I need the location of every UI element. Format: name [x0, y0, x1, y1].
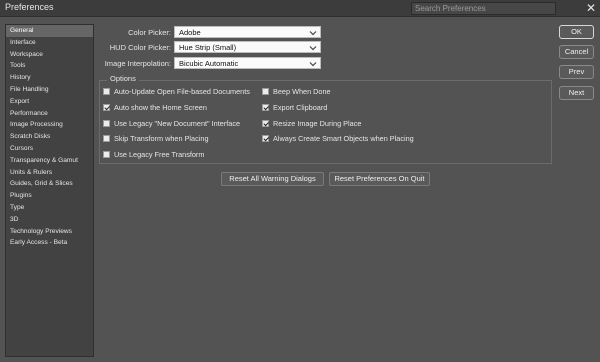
sidebar-item-image-processing[interactable]: Image Processing: [6, 119, 93, 131]
prev-button[interactable]: Prev: [559, 65, 594, 79]
option-label: Use Legacy "New Document" Interface: [114, 119, 241, 128]
next-button[interactable]: Next: [559, 86, 594, 100]
option-label: Skip Transform when Placing: [114, 134, 209, 143]
checkbox[interactable]: [103, 120, 110, 127]
sidebar-item-3d[interactable]: 3D: [6, 214, 93, 226]
checkbox[interactable]: [103, 88, 110, 95]
checkbox[interactable]: [103, 104, 110, 111]
sidebar-item-technology-previews[interactable]: Technology Previews: [6, 226, 93, 238]
checkbox[interactable]: [103, 151, 110, 158]
reset-preferences-on-quit-button[interactable]: Reset Preferences On Quit: [329, 172, 430, 186]
checkbox[interactable]: [262, 120, 269, 127]
checkbox[interactable]: [262, 135, 269, 142]
color-picker-label: Color Picker:: [128, 28, 171, 37]
sidebar-item-early-access-beta[interactable]: Early Access - Beta: [6, 237, 93, 249]
color-picker-select[interactable]: Adobe: [174, 26, 321, 38]
option-label: Always Create Smart Objects when Placing: [273, 134, 414, 143]
checkbox[interactable]: [103, 135, 110, 142]
checkbox[interactable]: [262, 88, 269, 95]
cancel-button[interactable]: Cancel: [559, 45, 594, 59]
search-preferences-input[interactable]: [411, 2, 556, 15]
reset-all-warning-dialogs-button[interactable]: Reset All Warning Dialogs: [221, 172, 324, 186]
hud-color-picker-value: Hue Strip (Small): [179, 43, 237, 52]
color-picker-value: Adobe: [179, 28, 201, 37]
sidebar-item-history[interactable]: History: [6, 72, 93, 84]
options-legend: Options: [107, 74, 139, 83]
sidebar-item-scratch-disks[interactable]: Scratch Disks: [6, 131, 93, 143]
sidebar-item-type[interactable]: Type: [6, 202, 93, 214]
option-label: Export Clipboard: [273, 103, 328, 112]
sidebar-item-export[interactable]: Export: [6, 96, 93, 108]
preferences-sidebar: General Interface Workspace Tools History Fil…: [5, 24, 94, 357]
chevron-down-icon: [309, 31, 317, 36]
sidebar-item-file-handling[interactable]: File Handling: [6, 84, 93, 96]
sidebar-item-cursors[interactable]: Cursors: [6, 143, 93, 155]
window-title: Preferences: [5, 2, 54, 12]
option-label: Use Legacy Free Transform: [114, 150, 205, 159]
option-label: Beep When Done: [273, 87, 331, 96]
option-label: Resize Image During Place: [273, 119, 362, 128]
option-label: Auto show the Home Screen: [114, 103, 207, 112]
hud-color-picker-select[interactable]: Hue Strip (Small): [174, 41, 321, 53]
option-label: Auto-Update Open File-based Documents: [114, 87, 250, 96]
sidebar-item-performance[interactable]: Performance: [6, 108, 93, 120]
checkbox[interactable]: [262, 104, 269, 111]
sidebar-item-transparency-gamut[interactable]: Transparency & Gamut: [6, 155, 93, 167]
chevron-down-icon: [309, 62, 317, 67]
title-bar: Preferences ✕: [0, 0, 600, 17]
image-interpolation-select[interactable]: Bicubic Automatic: [174, 57, 321, 69]
close-icon[interactable]: ✕: [584, 1, 598, 15]
chevron-down-icon: [309, 46, 317, 51]
ok-button[interactable]: OK: [559, 25, 594, 39]
sidebar-item-plugins[interactable]: Plugins: [6, 190, 93, 202]
sidebar-item-units-rulers[interactable]: Units & Rulers: [6, 167, 93, 179]
image-interpolation-label: Image Interpolation:: [104, 59, 171, 68]
image-interpolation-value: Bicubic Automatic: [179, 59, 239, 68]
hud-color-picker-label: HUD Color Picker:: [109, 43, 171, 52]
sidebar-item-guides-grid-slices[interactable]: Guides, Grid & Slices: [6, 178, 93, 190]
